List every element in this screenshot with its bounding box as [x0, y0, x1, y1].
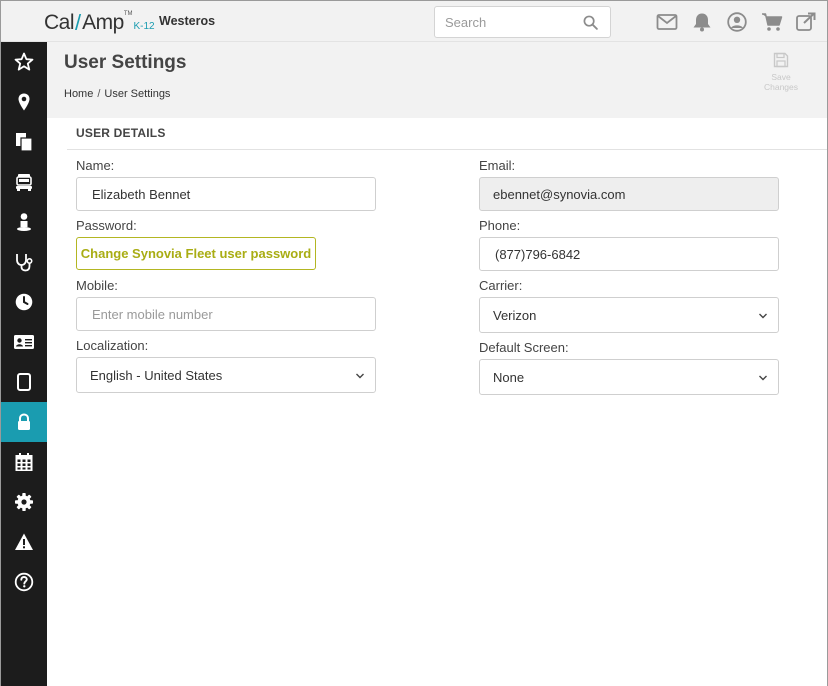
user-circle-icon[interactable] [726, 12, 748, 32]
chevron-down-icon [759, 375, 767, 381]
lock-icon [18, 413, 30, 430]
cart-icon[interactable] [761, 12, 783, 32]
mobile-label: Mobile: [76, 278, 118, 293]
sidebar-item-people[interactable] [1, 202, 47, 242]
change-password-button[interactable]: Change Synovia Fleet user password [76, 237, 316, 270]
chevron-down-icon [759, 313, 767, 319]
sidebar-item-ids[interactable] [1, 322, 47, 362]
email-label: Email: [479, 158, 516, 173]
logo-slash: / [75, 10, 82, 35]
breadcrumb-current: User Settings [104, 88, 171, 100]
localization-select[interactable]: English - United States [76, 357, 376, 393]
gear-icon [15, 493, 33, 511]
carrier-value: Verizon [493, 308, 537, 323]
star-icon [14, 52, 34, 71]
organization-name: Westeros [159, 14, 216, 28]
person-icon [17, 213, 31, 231]
vehicle-icon [16, 174, 32, 191]
section-divider [67, 149, 827, 150]
search-icon[interactable] [583, 15, 598, 30]
sidebar-item-health[interactable] [1, 242, 47, 282]
header-strip [47, 108, 827, 118]
main-content: USER DETAILS Name: Email: Password: Chan… [47, 108, 827, 686]
sidebar-item-alerts[interactable] [1, 522, 47, 562]
sidebar-item-vehicles[interactable] [1, 162, 47, 202]
calamp-logo[interactable]: Cal / Amp TM K-12 [44, 7, 155, 35]
sidebar-item-help[interactable] [1, 562, 47, 602]
clock-icon [15, 293, 33, 311]
chevron-down-icon [356, 373, 364, 379]
phone-field[interactable] [479, 237, 779, 271]
mobile-field[interactable] [76, 297, 376, 331]
section-title: USER DETAILS [76, 126, 166, 140]
documents-icon [16, 133, 33, 152]
localization-value: English - United States [90, 368, 223, 383]
default-screen-select[interactable]: None [479, 359, 779, 395]
logo-tm: TM [123, 11, 133, 17]
warning-icon [15, 533, 33, 550]
breadcrumb: Home / User Settings [64, 88, 170, 100]
calendar-icon [15, 453, 33, 471]
help-icon [14, 572, 34, 592]
sidebar-item-calendar[interactable] [1, 442, 47, 482]
map-pin-icon [18, 93, 30, 111]
sidebar-item-favorites[interactable] [1, 42, 47, 82]
id-card-icon [14, 335, 34, 349]
breadcrumb-home[interactable]: Home [64, 88, 93, 100]
logo-amp: Amp [82, 11, 124, 34]
name-label: Name: [76, 158, 115, 173]
mail-icon[interactable] [656, 12, 678, 32]
carrier-select[interactable]: Verizon [479, 297, 779, 333]
password-label: Password: [76, 218, 137, 233]
bell-icon[interactable] [691, 12, 713, 32]
phone-label: Phone: [479, 218, 521, 233]
save-label-line1: Save [771, 72, 791, 82]
search-input[interactable] [435, 7, 575, 37]
default-screen-value: None [493, 370, 525, 385]
carrier-label: Carrier: [479, 278, 523, 293]
stethoscope-icon [16, 254, 33, 272]
breadcrumb-separator: / [97, 88, 101, 100]
sidebar [1, 42, 47, 686]
logo-cal: Cal [44, 11, 75, 34]
page-title: User Settings [64, 52, 187, 73]
save-label-line2: Changes [763, 82, 799, 92]
page-header: User Settings Home / User Settings Save Ch… [47, 42, 827, 108]
sidebar-item-time[interactable] [1, 282, 47, 322]
default-screen-label: Default Screen: [479, 340, 569, 355]
localization-label: Localization: [76, 338, 149, 353]
external-link-icon[interactable] [795, 12, 817, 32]
sidebar-item-security[interactable] [1, 402, 47, 442]
name-field[interactable] [76, 177, 376, 211]
search-box[interactable] [434, 6, 611, 38]
logo-k12: K-12 [133, 21, 155, 32]
top-bar: Cal / Amp TM K-12 Westeros [1, 1, 827, 42]
tablet-icon [17, 373, 31, 391]
sidebar-item-map[interactable] [1, 82, 47, 122]
sidebar-item-settings[interactable] [1, 482, 47, 522]
save-changes-button[interactable]: Save Changes [759, 52, 803, 96]
email-field [479, 177, 779, 211]
floppy-disk-icon [773, 52, 789, 68]
sidebar-item-devices[interactable] [1, 362, 47, 402]
sidebar-item-documents[interactable] [1, 122, 47, 162]
